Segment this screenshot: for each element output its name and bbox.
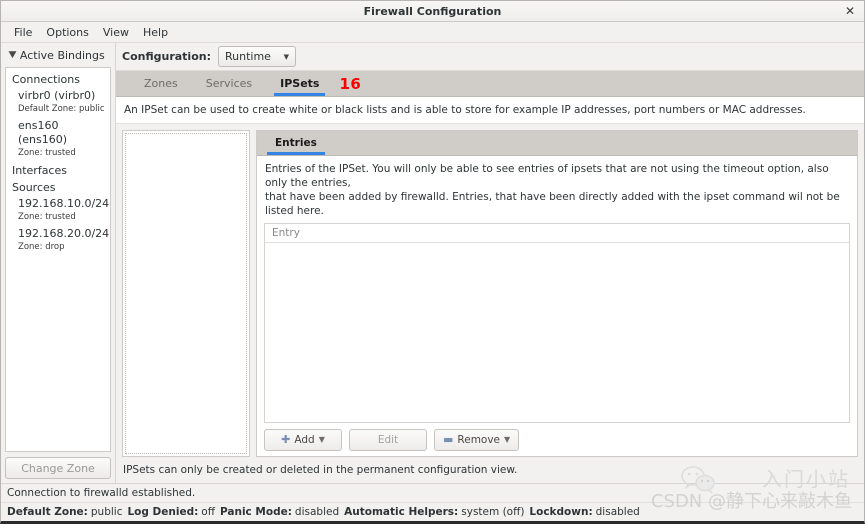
group-connections: Connections — [12, 73, 80, 86]
status-automatic-helpers-value: system (off) — [461, 506, 525, 518]
binding-zone: Default Zone: public — [18, 104, 105, 114]
remove-button-label: Remove — [457, 433, 501, 446]
annotation-badge: 16 — [339, 74, 362, 93]
ipset-description: An IPSet can be used to create white or … — [116, 97, 864, 124]
status-automatic-helpers-label: Automatic Helpers: — [344, 506, 459, 518]
configuration-bar: Configuration: Runtime ▼ — [116, 43, 864, 71]
status-log-denied: Log Denied: off — [127, 506, 215, 518]
tab-zones[interactable]: Zones — [130, 71, 192, 96]
ipset-list[interactable] — [122, 130, 250, 457]
status-bar: Connection to firewalld established. Def… — [1, 483, 864, 521]
menu-item-view[interactable]: View — [96, 24, 136, 41]
ipsets-content: Entries Entries of the IPSet. You will o… — [116, 124, 864, 457]
binding-name: 192.168.10.0/24 — [18, 197, 110, 210]
window-title: Firewall Configuration — [363, 4, 502, 18]
tab-entries[interactable]: Entries — [265, 131, 327, 155]
status-log-denied-label: Log Denied: — [127, 506, 199, 518]
tab-services[interactable]: Services — [192, 71, 266, 96]
minus-icon: ▬ — [443, 433, 454, 446]
main-panel: Configuration: Runtime ▼ Zones Services … — [116, 43, 864, 483]
list-item[interactable]: ens160 (ens160) Zone: trusted — [6, 118, 110, 162]
connection-status: Connection to firewalld established. — [7, 487, 196, 499]
column-header-entry: Entry — [272, 227, 300, 239]
entries-description: Entries of the IPSet. You will only be a… — [257, 156, 857, 223]
status-panic-mode-label: Panic Mode: — [219, 506, 292, 518]
status-automatic-helpers: Automatic Helpers: system (off) — [344, 506, 524, 518]
list-item[interactable]: 192.168.20.0/24 Zone: drop — [6, 226, 110, 256]
chevron-down-icon: ▼ — [8, 50, 17, 60]
edit-button-label: Edit — [377, 433, 399, 446]
entries-description-line2: that have been added by firewalld. Entri… — [265, 191, 840, 217]
title-bar: Firewall Configuration ✕ — [1, 1, 864, 22]
add-button-label: Add — [294, 433, 315, 446]
chevron-down-icon: ▼ — [283, 52, 289, 61]
chevron-down-icon: ▼ — [318, 435, 325, 444]
configuration-value: Runtime — [224, 50, 271, 63]
ipset-list-focus-area[interactable] — [125, 133, 247, 454]
window-body: ▼ Active Bindings Connections virbr0 (vi… — [1, 43, 864, 483]
change-zone-button[interactable]: Change Zone — [5, 457, 111, 479]
list-item[interactable]: 192.168.10.0/24 Zone: trusted — [6, 196, 110, 226]
menu-item-options[interactable]: Options — [39, 24, 95, 41]
binding-name: 192.168.20.0/24 — [18, 227, 110, 240]
remove-button[interactable]: ▬ Remove ▼ — [434, 428, 520, 451]
firewall-configuration-window: Firewall Configuration ✕ File Options Vi… — [0, 0, 865, 524]
add-button[interactable]: ✚ Add ▼ — [264, 428, 342, 451]
binding-name: virbr0 (virbr0) — [18, 89, 96, 102]
entries-table-body[interactable] — [265, 243, 849, 422]
status-panic-mode: Panic Mode: disabled — [220, 506, 339, 518]
binding-name: ens160 (ens160) — [18, 119, 68, 146]
tab-bar: Zones Services IPSets 16 — [116, 71, 864, 97]
entries-table[interactable]: Entry — [264, 223, 850, 423]
binding-zone: Zone: trusted — [18, 212, 76, 222]
close-icon[interactable]: ✕ — [843, 5, 857, 17]
status-fields: Default Zone: public Log Denied: off Panic… — [1, 502, 864, 521]
status-default-zone: Default Zone: public — [7, 506, 122, 518]
status-lockdown-value: disabled — [595, 506, 640, 518]
entries-table-header: Entry — [265, 224, 849, 243]
ipset-detail-panel: Entries Entries of the IPSet. You will o… — [256, 130, 858, 457]
status-panic-mode-value: disabled — [294, 506, 340, 518]
bindings-list[interactable]: Connections virbr0 (virbr0) Default Zone… — [5, 67, 111, 452]
menu-item-help[interactable]: Help — [136, 24, 175, 41]
group-interfaces: Interfaces — [12, 164, 67, 177]
tab-ipsets[interactable]: IPSets — [266, 71, 334, 96]
configuration-label: Configuration: — [122, 50, 211, 63]
list-item[interactable]: virbr0 (virbr0) Default Zone: public — [6, 88, 110, 118]
menu-item-file[interactable]: File — [7, 24, 39, 41]
status-default-zone-label: Default Zone: — [7, 506, 88, 518]
menu-bar: File Options View Help — [1, 22, 864, 43]
configuration-select[interactable]: Runtime ▼ — [217, 46, 296, 67]
chevron-down-icon: ▼ — [504, 435, 511, 444]
status-default-zone-value: public — [90, 506, 123, 518]
group-sources: Sources — [12, 181, 56, 194]
active-bindings-expander[interactable]: ▼ Active Bindings — [5, 43, 111, 67]
permanent-config-note: IPSets can only be created or deleted in… — [116, 457, 864, 483]
plus-icon: ✚ — [281, 433, 291, 446]
binding-zone: Zone: trusted — [18, 148, 76, 158]
detail-tab-bar: Entries — [257, 131, 857, 156]
status-lockdown-label: Lockdown: — [529, 506, 593, 518]
entries-button-row: ✚ Add ▼ Edit ▬ Remove ▼ — [257, 423, 857, 456]
binding-zone: Zone: drop — [18, 242, 65, 252]
status-log-denied-value: off — [201, 506, 215, 518]
edit-button[interactable]: Edit — [349, 428, 427, 451]
active-bindings-label: Active Bindings — [19, 48, 105, 62]
status-lockdown: Lockdown: disabled — [529, 506, 639, 518]
active-bindings-sidebar: ▼ Active Bindings Connections virbr0 (vi… — [1, 43, 116, 483]
entries-description-line1: Entries of the IPSet. You will only be a… — [265, 163, 829, 189]
